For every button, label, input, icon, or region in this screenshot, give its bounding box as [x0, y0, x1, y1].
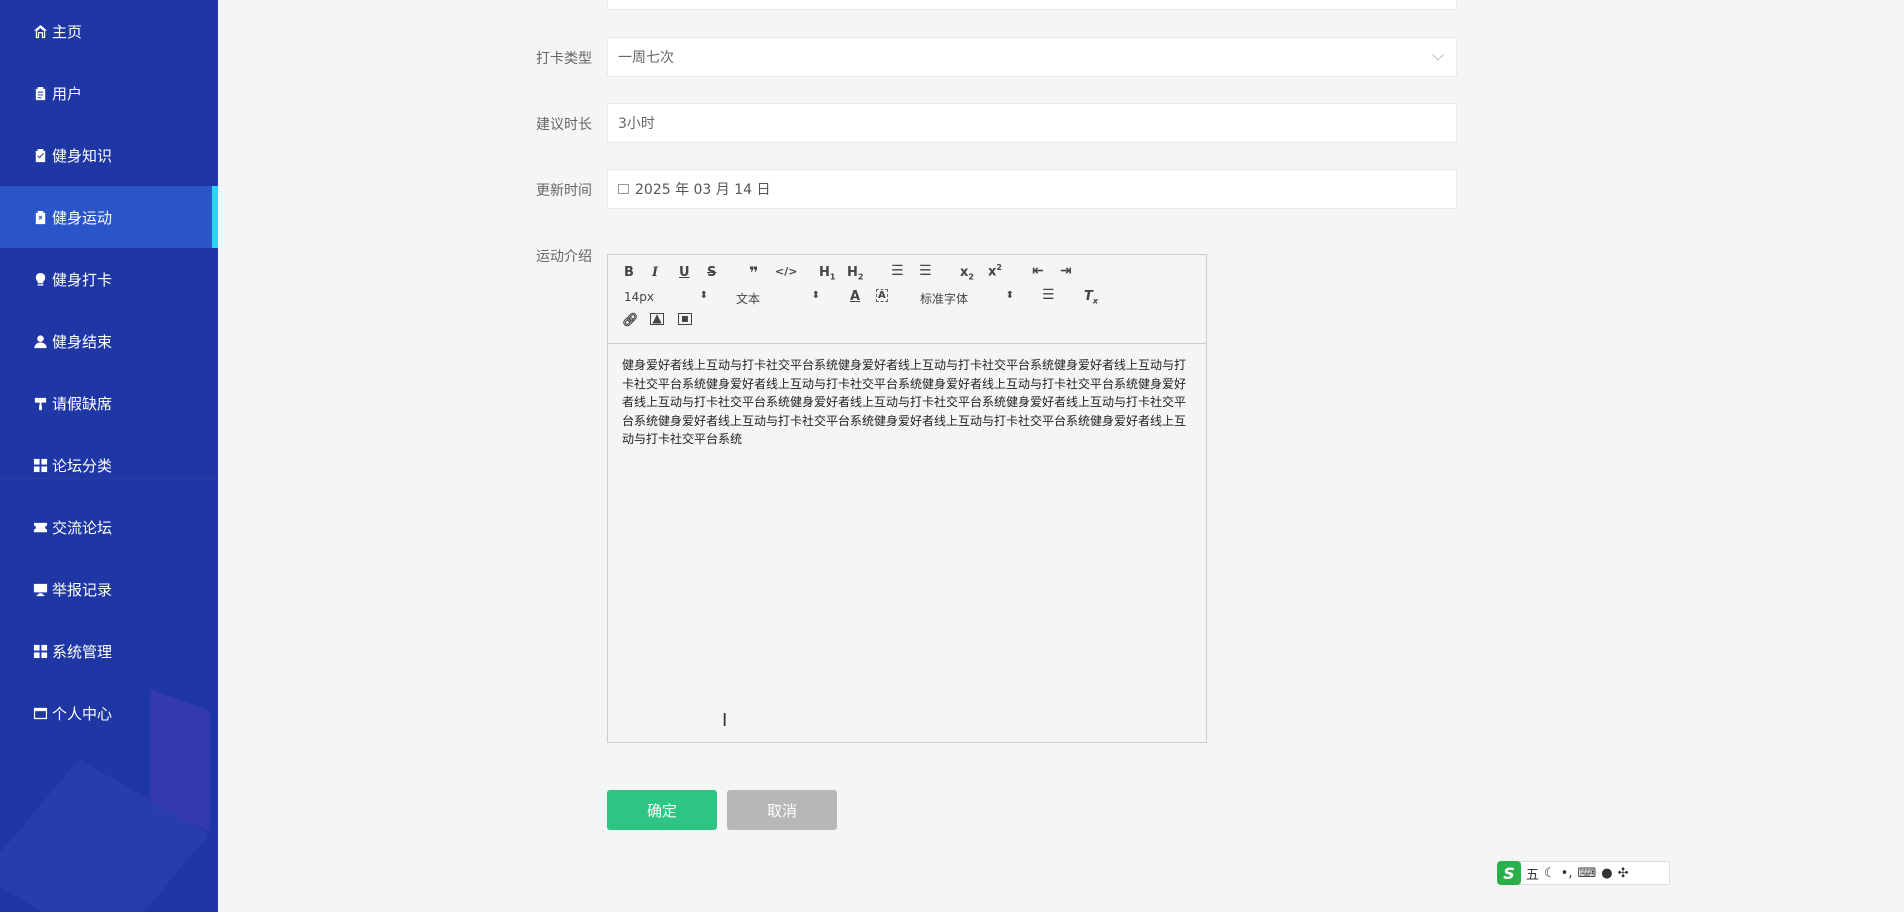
monitor-icon [32, 581, 48, 597]
ordered-list-icon[interactable]: ☰ [891, 263, 904, 279]
subscript-icon[interactable]: x2 [960, 265, 974, 282]
checkin-type-select[interactable]: 一周七次 [607, 37, 1457, 77]
sidebar-item-forum[interactable]: 交流论坛 [0, 496, 218, 558]
sidebar-item-label: 健身结束 [52, 332, 113, 351]
intro-label: 运动介绍 [536, 249, 592, 265]
bullet-list-icon[interactable]: ☰ [919, 263, 932, 279]
clipboard-check-icon [32, 147, 48, 163]
cancel-button[interactable]: 取消 [727, 790, 837, 830]
grid-icon [32, 457, 48, 473]
sidebar-item-label: 系统管理 [52, 642, 113, 661]
text-cursor-icon: I [722, 710, 728, 731]
sidebar-item-fitness-checkin[interactable]: 健身打卡 [0, 248, 218, 310]
duration-value: 3小时 [618, 116, 655, 132]
sidebar-item-label: 健身打卡 [52, 270, 113, 289]
user-icon [32, 333, 48, 349]
sidebar-item-label: 健身运动 [52, 208, 113, 227]
confirm-button[interactable]: 确定 [607, 790, 717, 830]
underline-icon[interactable]: U [679, 265, 690, 280]
chevron-down-icon [1432, 49, 1444, 61]
font-size-value: 14px [624, 290, 654, 304]
sidebar-item-label: 用户 [52, 84, 83, 103]
sogou-logo-icon[interactable]: S [1497, 861, 1521, 885]
sidebar: 主页 用户 健身知识 健身运动 健身打卡 健身结束 请假缺席 论坛分类 交流论坛… [0, 0, 218, 912]
user-icon[interactable]: ● [1601, 866, 1612, 881]
code-block-icon[interactable]: </> [775, 265, 797, 278]
ime-mode[interactable]: 五 [1526, 864, 1539, 883]
editor-content[interactable]: 健身爱好者线上互动与打卡社交平台系统健身爱好者线上互动与打卡社交平台系统健身爱好… [608, 344, 1206, 461]
outdent-icon[interactable]: ⇤ [1032, 263, 1044, 279]
video-icon[interactable]: ▪ [678, 312, 692, 325]
sidebar-item-home[interactable]: 主页 [0, 0, 218, 62]
keyboard-icon[interactable]: ⌨ [1577, 866, 1596, 881]
select-caret-icon: ⬍ [699, 290, 708, 301]
divider [0, 478, 218, 479]
sidebar-item-label: 健身知识 [52, 146, 113, 165]
checkin-type-value: 一周七次 [618, 50, 674, 66]
update-time-value: 2025 年 03 月 14 日 [635, 182, 771, 198]
bold-icon[interactable]: B [624, 265, 634, 280]
sidebar-item-system[interactable]: 系统管理 [0, 620, 218, 682]
sidebar-item-forum-category[interactable]: 论坛分类 [0, 434, 218, 496]
superscript-icon[interactable]: x2 [988, 263, 1002, 279]
sidebar-item-label: 论坛分类 [52, 456, 113, 475]
sidebar-item-fitness-knowledge[interactable]: 健身知识 [0, 124, 218, 186]
checkin-type-label: 打卡类型 [536, 51, 592, 67]
blockquote-icon[interactable]: ❞ [749, 263, 758, 282]
sidebar-item-profile[interactable]: 个人中心 [0, 682, 218, 744]
sidebar-item-label: 举报记录 [52, 580, 113, 599]
apps-icon[interactable]: ✣ [1618, 866, 1629, 881]
previous-field[interactable] [607, 0, 1457, 10]
sidebar-item-fitness-end[interactable]: 健身结束 [0, 310, 218, 372]
duration-input[interactable]: 3小时 [607, 103, 1457, 143]
sidebar-item-fitness-exercise[interactable]: 健身运动 [0, 186, 218, 248]
font-color-icon[interactable]: A [850, 289, 860, 304]
font-family-value: 标准字体 [920, 292, 969, 306]
editor-toolbar: B I U S ❞ </> H1 H2 ☰ ☰ x2 x2 ⇤ ⇥ 14px ⬍ … [608, 255, 1206, 344]
sidebar-item-label: 个人中心 [52, 704, 113, 723]
italic-icon[interactable]: I [652, 265, 658, 280]
paragraph-value: 文本 [736, 292, 761, 306]
home-icon [32, 23, 48, 39]
lightbulb-icon [32, 271, 48, 287]
background-color-icon[interactable]: A [876, 289, 888, 302]
sidebar-item-reports[interactable]: 举报记录 [0, 558, 218, 620]
sidebar-nav: 主页 用户 健身知识 健身运动 健身打卡 健身结束 请假缺席 论坛分类 交流论坛… [0, 0, 218, 744]
duration-label: 建议时长 [536, 117, 592, 133]
rich-text-editor: B I U S ❞ </> H1 H2 ☰ ☰ x2 x2 ⇤ ⇥ 14px ⬍ … [607, 254, 1207, 743]
header1-icon[interactable]: H1 [819, 265, 835, 282]
link-icon[interactable]: 🔗︎ [622, 313, 639, 328]
clipboard-x-icon [32, 209, 48, 225]
clipboard-icon [32, 85, 48, 101]
sidebar-item-leave[interactable]: 请假缺席 [0, 372, 218, 434]
sidebar-item-label: 交流论坛 [52, 518, 113, 537]
select-caret-icon: ⬍ [1005, 290, 1014, 301]
select-caret-icon: ⬍ [811, 290, 820, 301]
update-time-label: 更新时间 [536, 183, 592, 199]
sidebar-item-users[interactable]: 用户 [0, 62, 218, 124]
ticket-icon [32, 519, 48, 535]
sidebar-item-label: 请假缺席 [52, 394, 113, 413]
header2-icon[interactable]: H2 [847, 265, 863, 282]
punctuation-icon[interactable]: •, [1561, 866, 1573, 881]
paragraph-select[interactable]: 文本 ⬍ [736, 290, 820, 307]
clear-format-icon[interactable]: Tx [1084, 289, 1098, 306]
paint-roller-icon [32, 395, 48, 411]
align-icon[interactable]: ☰ [1042, 287, 1055, 303]
update-time-input[interactable]: 2025 年 03 月 14 日 [607, 169, 1457, 209]
font-size-select[interactable]: 14px ⬍ [624, 290, 708, 304]
image-icon[interactable]: ▲ [650, 312, 664, 325]
sidebar-item-label: 主页 [52, 22, 83, 41]
calendar-icon [618, 184, 629, 194]
moon-icon[interactable]: ☾ [1544, 866, 1556, 881]
font-family-select[interactable]: 标准字体 ⬍ [920, 290, 1014, 307]
ime-toolbar[interactable]: S 五 ☾ •, ⌨ ● ✣ [1497, 861, 1670, 885]
strikethrough-icon[interactable]: S [707, 265, 716, 280]
indent-icon[interactable]: ⇥ [1060, 263, 1072, 279]
window-icon [32, 705, 48, 721]
grid-icon [32, 643, 48, 659]
